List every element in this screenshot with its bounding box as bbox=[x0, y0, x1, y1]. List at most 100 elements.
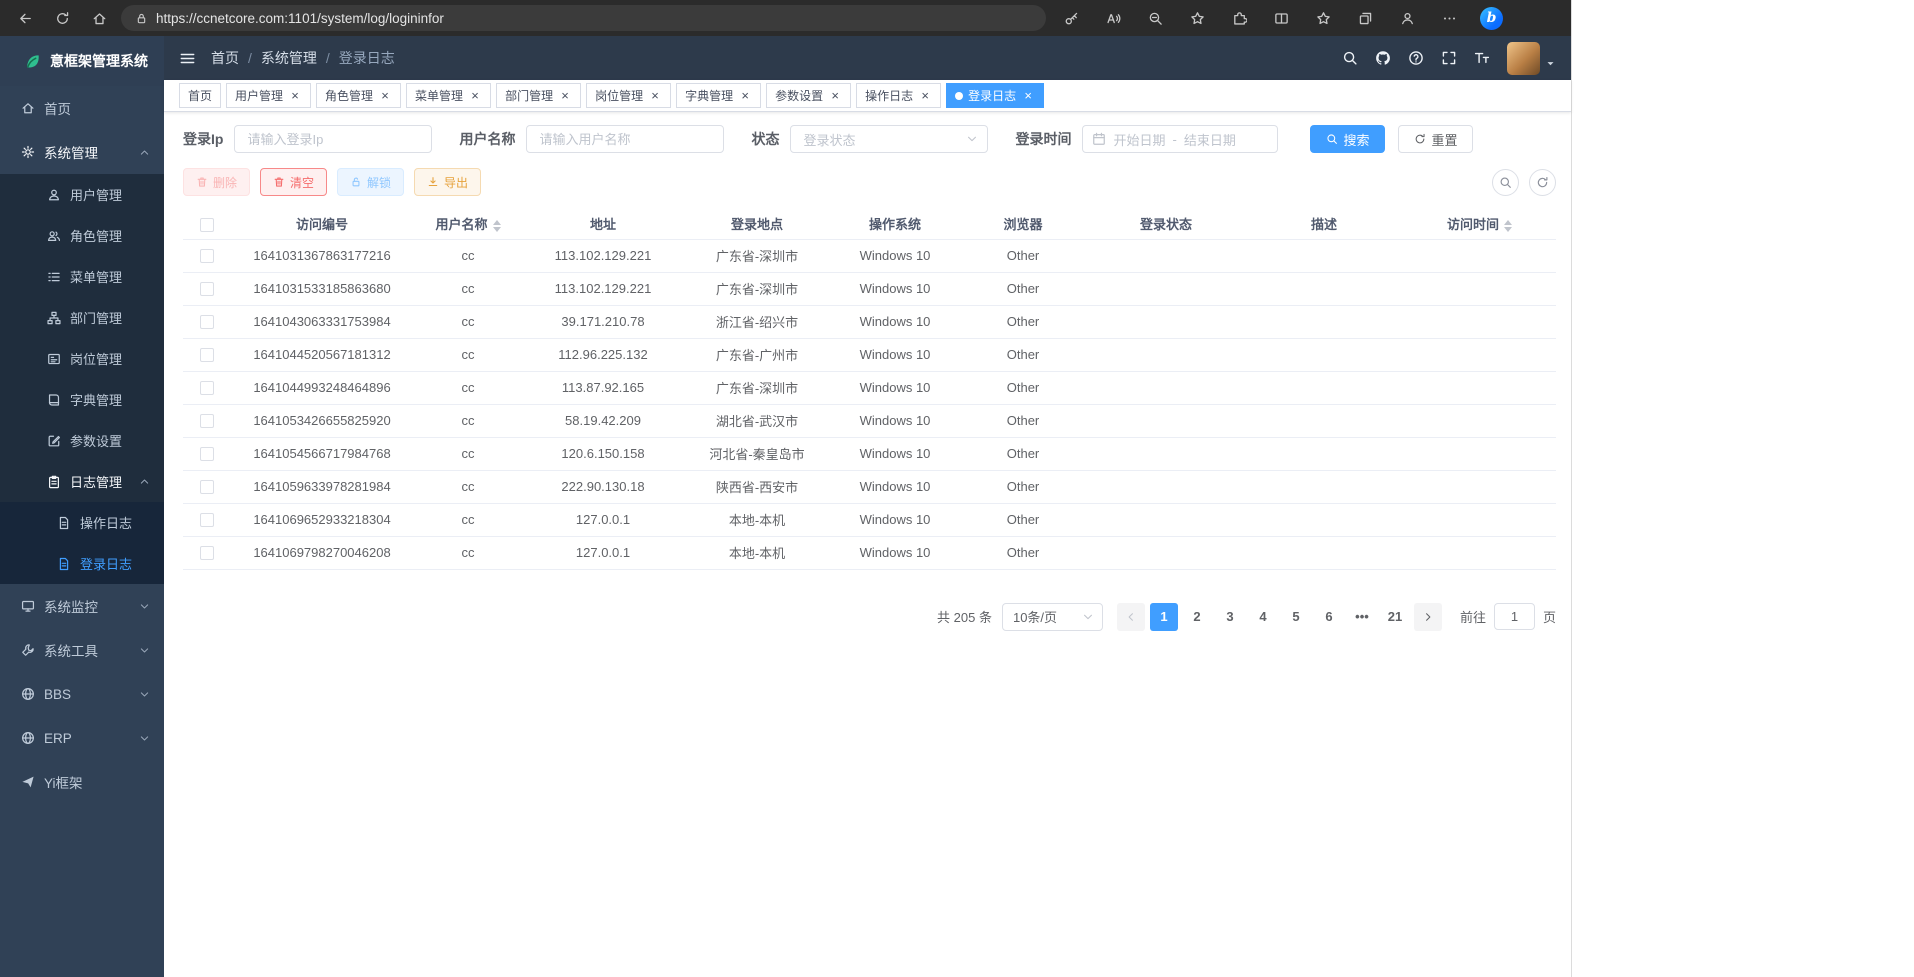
tab-7[interactable]: 参数设置× bbox=[766, 83, 851, 108]
breadcrumb-item[interactable]: 系统管理 bbox=[261, 48, 317, 68]
refresh-icon[interactable] bbox=[47, 4, 78, 32]
row-checkbox[interactable] bbox=[200, 249, 214, 263]
caret-down-icon[interactable] bbox=[1545, 58, 1556, 69]
tab-0[interactable]: 首页 bbox=[179, 83, 221, 108]
sidebar-item[interactable]: 部门管理 bbox=[0, 297, 164, 338]
sidebar-item[interactable]: 首页 bbox=[0, 86, 164, 130]
row-checkbox[interactable] bbox=[200, 513, 214, 527]
tab-close-icon[interactable]: × bbox=[558, 89, 572, 102]
fullscreen-icon[interactable] bbox=[1441, 50, 1457, 66]
table-row[interactable]: 1641054566717984768cc120.6.150.158河北省-秦皇… bbox=[183, 437, 1556, 470]
tab-8[interactable]: 操作日志× bbox=[856, 83, 941, 108]
refresh-table-button[interactable] bbox=[1529, 169, 1556, 196]
row-checkbox[interactable] bbox=[200, 480, 214, 494]
table-row[interactable]: 1641043063331753984cc39.171.210.78浙江省-绍兴… bbox=[183, 305, 1556, 338]
bing-icon[interactable]: b bbox=[1476, 4, 1507, 32]
next-page-button[interactable] bbox=[1414, 603, 1442, 631]
github-icon[interactable] bbox=[1375, 50, 1391, 66]
sidebar-item[interactable]: BBS bbox=[0, 672, 164, 716]
sidebar-item[interactable]: 操作日志 bbox=[0, 502, 164, 543]
favorites-add-icon[interactable] bbox=[1182, 4, 1213, 32]
tab-3[interactable]: 菜单管理× bbox=[406, 83, 491, 108]
row-checkbox[interactable] bbox=[200, 381, 214, 395]
page-size-select[interactable]: 10条/页 bbox=[1002, 603, 1103, 631]
breadcrumb-item[interactable]: 首页 bbox=[211, 48, 239, 68]
sidebar-item[interactable]: 系统管理 bbox=[0, 130, 164, 174]
page-button[interactable]: 2 bbox=[1183, 603, 1211, 631]
status-select[interactable]: 登录状态 bbox=[790, 125, 988, 153]
page-button[interactable]: 6 bbox=[1315, 603, 1343, 631]
tab-2[interactable]: 角色管理× bbox=[316, 83, 401, 108]
delete-button[interactable]: 删除 bbox=[183, 168, 250, 196]
row-checkbox[interactable] bbox=[200, 282, 214, 296]
tab-9[interactable]: 登录日志× bbox=[946, 83, 1044, 108]
page-button[interactable]: 4 bbox=[1249, 603, 1277, 631]
tab-close-icon[interactable]: × bbox=[288, 89, 302, 102]
column-header[interactable]: 用户名称 bbox=[413, 209, 523, 239]
sidebar-item[interactable]: 日志管理 bbox=[0, 461, 164, 502]
page-button[interactable]: 1 bbox=[1150, 603, 1178, 631]
row-checkbox[interactable] bbox=[200, 315, 214, 329]
sidebar-item[interactable]: 参数设置 bbox=[0, 420, 164, 461]
search-toggle-button[interactable] bbox=[1492, 169, 1519, 196]
search-icon[interactable] bbox=[1342, 50, 1358, 66]
sidebar-item[interactable]: 角色管理 bbox=[0, 215, 164, 256]
unlock-button[interactable]: 解锁 bbox=[337, 168, 404, 196]
page-button[interactable]: 21 bbox=[1381, 603, 1409, 631]
row-checkbox[interactable] bbox=[200, 447, 214, 461]
column-header[interactable]: 访问时间 bbox=[1403, 209, 1556, 239]
table-row[interactable]: 1641031533185863680cc113.102.129.221广东省-… bbox=[183, 272, 1556, 305]
key-icon[interactable] bbox=[1056, 4, 1087, 32]
read-aloud-icon[interactable] bbox=[1098, 4, 1129, 32]
sidebar-item[interactable]: 菜单管理 bbox=[0, 256, 164, 297]
tab-5[interactable]: 岗位管理× bbox=[586, 83, 671, 108]
split-screen-icon[interactable] bbox=[1266, 4, 1297, 32]
extensions-icon[interactable] bbox=[1224, 4, 1255, 32]
url-text[interactable]: https://ccnetcore.com:1101/system/log/lo… bbox=[156, 11, 444, 26]
sidebar-item[interactable]: 系统监控 bbox=[0, 584, 164, 628]
table-row[interactable]: 1641044520567181312cc112.96.225.132广东省-广… bbox=[183, 338, 1556, 371]
sidebar-item[interactable]: ERP bbox=[0, 716, 164, 760]
favorites-bar-icon[interactable] bbox=[1308, 4, 1339, 32]
tab-close-icon[interactable]: × bbox=[918, 89, 932, 102]
clear-button[interactable]: 清空 bbox=[260, 168, 327, 196]
tab-close-icon[interactable]: × bbox=[378, 89, 392, 102]
reset-button[interactable]: 重置 bbox=[1398, 125, 1473, 153]
date-range-picker[interactable]: 开始日期 - 结束日期 bbox=[1082, 125, 1278, 153]
table-row[interactable]: 1641059633978281984cc222.90.130.18陕西省-西安… bbox=[183, 470, 1556, 503]
sidebar-item[interactable]: Yi框架 bbox=[0, 760, 164, 804]
table-row[interactable]: 1641069798270046208cc127.0.0.1本地-本机Windo… bbox=[183, 536, 1556, 569]
collections-icon[interactable] bbox=[1350, 4, 1381, 32]
search-button[interactable]: 搜索 bbox=[1310, 125, 1385, 153]
row-checkbox[interactable] bbox=[200, 546, 214, 560]
tab-close-icon[interactable]: × bbox=[738, 89, 752, 102]
tab-close-icon[interactable]: × bbox=[1021, 89, 1035, 102]
font-size-icon[interactable] bbox=[1474, 50, 1490, 66]
sidebar-item[interactable]: 系统工具 bbox=[0, 628, 164, 672]
sidebar-item[interactable]: 用户管理 bbox=[0, 174, 164, 215]
prev-page-button[interactable] bbox=[1117, 603, 1145, 631]
row-checkbox[interactable] bbox=[200, 348, 214, 362]
user-avatar[interactable] bbox=[1507, 42, 1540, 75]
back-icon[interactable] bbox=[10, 4, 41, 32]
tab-6[interactable]: 字典管理× bbox=[676, 83, 761, 108]
login-ip-input[interactable] bbox=[234, 125, 432, 153]
page-button[interactable]: 3 bbox=[1216, 603, 1244, 631]
export-button[interactable]: 导出 bbox=[414, 168, 481, 196]
more-icon[interactable] bbox=[1434, 4, 1465, 32]
goto-page-input[interactable] bbox=[1494, 603, 1535, 630]
url-bar[interactable]: https://ccnetcore.com:1101/system/log/lo… bbox=[121, 5, 1046, 31]
sort-icon[interactable] bbox=[493, 220, 501, 232]
home-icon[interactable] bbox=[84, 4, 115, 32]
select-all-checkbox[interactable] bbox=[200, 218, 214, 232]
table-row[interactable]: 1641044993248464896cc113.87.92.165广东省-深圳… bbox=[183, 371, 1556, 404]
tab-close-icon[interactable]: × bbox=[468, 89, 482, 102]
help-icon[interactable] bbox=[1408, 50, 1424, 66]
sort-icon[interactable] bbox=[1504, 220, 1512, 232]
page-button[interactable]: 5 bbox=[1282, 603, 1310, 631]
table-row[interactable]: 1641053426655825920cc58.19.42.209湖北省-武汉市… bbox=[183, 404, 1556, 437]
zoom-icon[interactable] bbox=[1140, 4, 1171, 32]
tab-1[interactable]: 用户管理× bbox=[226, 83, 311, 108]
table-row[interactable]: 1641069652933218304cc127.0.0.1本地-本机Windo… bbox=[183, 503, 1556, 536]
row-checkbox[interactable] bbox=[200, 414, 214, 428]
